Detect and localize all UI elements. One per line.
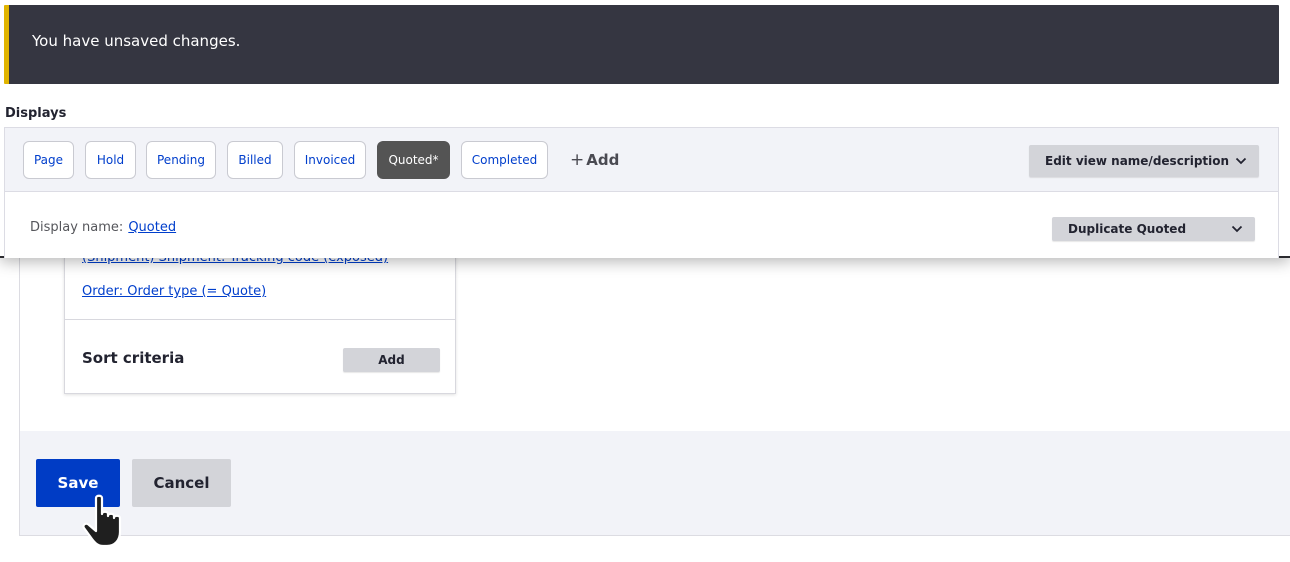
chevron-down-icon [1231, 225, 1243, 233]
add-sort-criteria-button[interactable]: Add [343, 348, 440, 372]
add-display-label: Add [586, 151, 620, 169]
display-name-label: Display name: [30, 220, 124, 235]
tab-quoted[interactable]: Quoted* [377, 141, 450, 179]
hand-pointer-icon [82, 494, 122, 548]
cancel-button[interactable]: Cancel [132, 459, 231, 507]
tab-billed[interactable]: Billed [227, 141, 283, 179]
tab-pending[interactable]: Pending [146, 141, 216, 179]
filter-order-type-link[interactable]: Order: Order type (= Quote) [82, 284, 266, 299]
tab-completed[interactable]: Completed [461, 141, 548, 179]
card-divider [65, 319, 455, 320]
tab-page[interactable]: Page [23, 141, 74, 179]
edit-view-name-label: Edit view name/description [1045, 154, 1230, 168]
tab-hold[interactable]: Hold [85, 141, 136, 179]
duplicate-display-dropdown[interactable]: Duplicate Quoted [1052, 217, 1255, 241]
tab-invoiced[interactable]: Invoiced [294, 141, 366, 179]
add-display-button[interactable]: + Add [570, 150, 619, 170]
display-name-link[interactable]: Quoted [128, 220, 176, 235]
displays-heading: Displays [5, 106, 67, 121]
message-text: You have unsaved changes. [32, 32, 241, 50]
edit-view-name-dropdown[interactable]: Edit view name/description [1029, 145, 1259, 177]
displays-panel: Page Hold Pending Billed Invoiced Quoted… [4, 127, 1279, 258]
display-tabs: Page Hold Pending Billed Invoiced Quoted… [5, 128, 1278, 192]
sort-criteria-heading: Sort criteria [82, 349, 185, 367]
plus-icon: + [570, 150, 585, 170]
unsaved-changes-message: You have unsaved changes. [4, 5, 1279, 84]
sticky-header: You have unsaved changes. Displays Page … [0, 0, 1290, 258]
form-actions: Save Cancel [20, 431, 1290, 535]
chevron-down-icon [1235, 157, 1247, 165]
display-name-row: Display name: Quoted [30, 220, 176, 235]
duplicate-display-label: Duplicate Quoted [1068, 222, 1187, 236]
